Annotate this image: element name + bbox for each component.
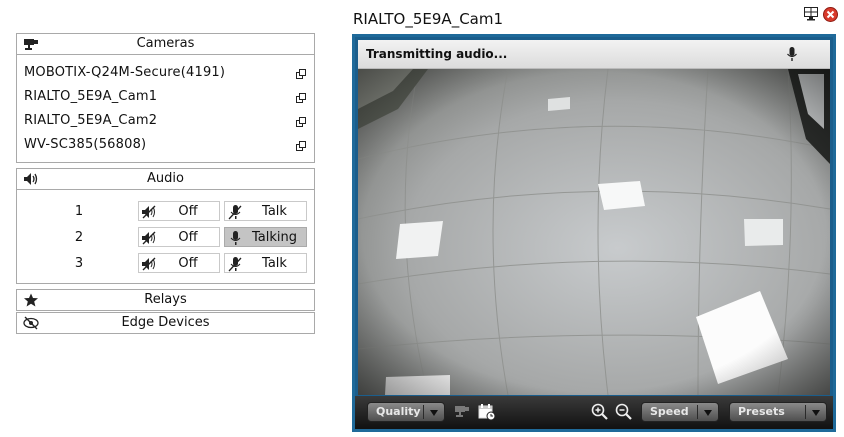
- audio-row: 3 Off Talk: [17, 253, 314, 275]
- talk-button[interactable]: Talk: [224, 201, 307, 221]
- audio-row: 1 Off Talk: [17, 201, 314, 223]
- cameras-list: MOBOTIX-Q24M-Secure(4191) RIALTO_5E9A_Ca…: [16, 55, 315, 163]
- edge-devices-header-label: Edge Devices: [121, 315, 210, 330]
- zoom-in-icon[interactable]: [591, 403, 609, 421]
- speaker-mute-icon: [141, 256, 157, 272]
- popout-icon[interactable]: [296, 140, 306, 151]
- mic-icon[interactable]: [786, 46, 798, 62]
- mic-icon: [227, 230, 243, 246]
- dropdown-separator: [697, 405, 698, 419]
- video-viewer: Transmitting audio... Quality Speed Pres…: [352, 34, 836, 432]
- dropdown-separator: [805, 405, 806, 419]
- audio-off-label: Off: [178, 204, 198, 219]
- popout-icon[interactable]: [296, 92, 306, 103]
- audio-header[interactable]: Audio: [16, 168, 315, 190]
- status-bar: Transmitting audio...: [358, 40, 830, 69]
- cameras-header-label: Cameras: [136, 36, 195, 51]
- talk-button[interactable]: Talk: [224, 253, 307, 273]
- cameras-header[interactable]: Cameras: [16, 33, 315, 55]
- audio-off-label: Off: [178, 256, 198, 271]
- talking-label: Talking: [252, 230, 297, 245]
- chevron-down-icon: [704, 410, 712, 416]
- calendar-clock-icon[interactable]: [478, 403, 496, 421]
- camera-list-item[interactable]: MOBOTIX-Q24M-Secure(4191): [24, 63, 306, 83]
- presets-dropdown[interactable]: Presets: [729, 402, 827, 422]
- video-feed[interactable]: [358, 69, 830, 395]
- speed-dropdown[interactable]: Speed: [641, 402, 719, 422]
- audio-channel-number: 2: [74, 230, 84, 245]
- close-icon[interactable]: [823, 7, 838, 22]
- audio-off-button[interactable]: Off: [138, 201, 220, 221]
- presets-label: Presets: [738, 405, 785, 418]
- audio-row: 2 Off Talking: [17, 227, 314, 249]
- video-controls: Quality Speed Presets: [355, 396, 833, 429]
- audio-header-label: Audio: [147, 171, 184, 186]
- dropdown-separator: [423, 405, 424, 419]
- audio-off-button[interactable]: Off: [138, 253, 220, 273]
- camera-title: RIALTO_5E9A_Cam1: [353, 10, 504, 28]
- audio-off-button[interactable]: Off: [138, 227, 220, 247]
- audio-off-label: Off: [178, 230, 198, 245]
- camera-icon[interactable]: [453, 403, 471, 421]
- speaker-mute-icon: [141, 230, 157, 246]
- camera-list-item[interactable]: RIALTO_5E9A_Cam2: [24, 111, 306, 131]
- camera-list-item[interactable]: WV-SC385(56808): [24, 135, 306, 155]
- status-text: Transmitting audio...: [366, 47, 508, 61]
- mic-mute-icon: [227, 256, 243, 272]
- relays-header-label: Relays: [144, 292, 187, 307]
- popout-icon[interactable]: [296, 68, 306, 79]
- mic-mute-icon: [227, 204, 243, 220]
- camera-list-item[interactable]: RIALTO_5E9A_Cam1: [24, 87, 306, 107]
- quality-dropdown[interactable]: Quality: [367, 402, 445, 422]
- talking-button[interactable]: Talking: [224, 227, 307, 247]
- audio-panel: 1 Off Talk 2 Off Talking 3 Off Talk: [16, 190, 315, 284]
- talk-label: Talk: [262, 256, 287, 271]
- edge-devices-header[interactable]: Edge Devices: [16, 312, 315, 334]
- relays-header[interactable]: Relays: [16, 289, 315, 311]
- camera-name: RIALTO_5E9A_Cam1: [24, 89, 158, 104]
- speed-label: Speed: [650, 405, 689, 418]
- talk-label: Talk: [262, 204, 287, 219]
- audio-channel-number: 1: [74, 204, 84, 219]
- camera-name: RIALTO_5E9A_Cam2: [24, 113, 158, 128]
- quality-label: Quality: [376, 405, 421, 418]
- chevron-down-icon: [812, 410, 820, 416]
- zoom-out-icon[interactable]: [615, 403, 633, 421]
- popout-icon[interactable]: [296, 116, 306, 127]
- layout-icon[interactable]: [804, 7, 818, 21]
- camera-name: MOBOTIX-Q24M-Secure(4191): [24, 65, 226, 80]
- speaker-mute-icon: [141, 204, 157, 220]
- audio-channel-number: 3: [74, 256, 84, 271]
- chevron-down-icon: [430, 410, 438, 416]
- camera-name: WV-SC385(56808): [24, 137, 147, 152]
